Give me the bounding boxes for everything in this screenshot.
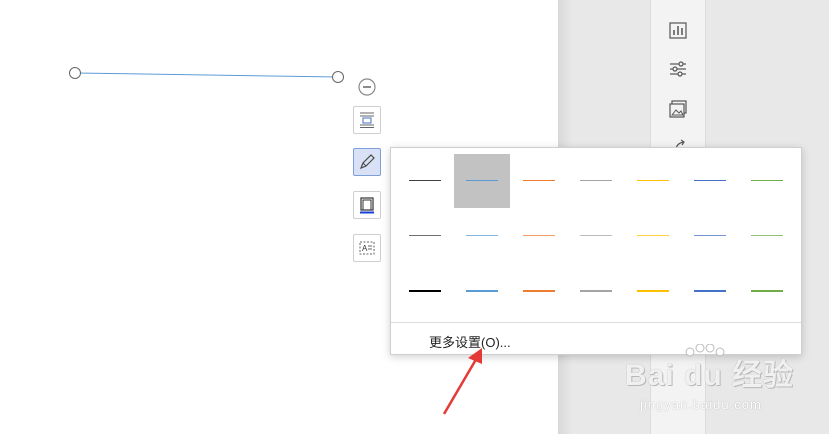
line-style-swatch[interactable] (739, 154, 795, 208)
line-style-preview (751, 180, 783, 181)
text-box-icon: A (359, 241, 375, 255)
text-wrap-icon (360, 112, 374, 128)
line-style-swatch[interactable] (454, 154, 510, 208)
shape-outline-button[interactable] (353, 148, 381, 176)
line-shape[interactable] (74, 72, 339, 78)
line-style-preview (637, 235, 669, 236)
line-style-preview (523, 290, 555, 292)
line-style-grid (397, 154, 797, 318)
line-style-swatch[interactable] (625, 264, 681, 318)
line-style-popup: 更多设置(O)... (390, 147, 802, 355)
watermark-brand: Bai du 经验 (625, 359, 795, 392)
line-style-swatch[interactable] (511, 154, 567, 208)
red-arrow-annotation (442, 348, 482, 415)
line-style-preview (637, 180, 669, 181)
line-style-preview (409, 290, 441, 292)
line-start-handle[interactable] (69, 67, 81, 79)
line-style-swatch[interactable] (682, 209, 738, 263)
layout-options-button[interactable] (353, 106, 381, 134)
line-style-swatch[interactable] (625, 209, 681, 263)
line-style-preview (409, 180, 441, 181)
line-style-preview (466, 180, 498, 181)
line-style-preview (694, 290, 726, 292)
line-style-preview (637, 290, 669, 292)
popup-divider (391, 322, 801, 323)
line-style-preview (523, 235, 555, 236)
line-style-swatch[interactable] (682, 264, 738, 318)
line-style-swatch[interactable] (454, 264, 510, 318)
line-style-preview (580, 180, 612, 181)
line-end-handle[interactable] (332, 71, 344, 83)
line-style-swatch[interactable] (682, 154, 738, 208)
line-style-swatch[interactable] (397, 154, 453, 208)
line-style-swatch[interactable] (397, 264, 453, 318)
sliders-icon[interactable] (668, 59, 688, 79)
line-style-preview (409, 235, 441, 236)
line-style-preview (751, 290, 783, 292)
line-style-preview (466, 235, 498, 236)
line-style-preview (751, 235, 783, 236)
line-style-preview (466, 290, 498, 292)
line-style-preview (694, 235, 726, 236)
line-style-preview (580, 290, 612, 292)
line-style-swatch[interactable] (625, 154, 681, 208)
collapse-toolbar-button[interactable] (357, 77, 377, 97)
line-style-swatch[interactable] (397, 209, 453, 263)
svg-text:A: A (362, 244, 368, 253)
line-style-preview (580, 235, 612, 236)
line-style-preview (523, 180, 555, 181)
line-style-swatch[interactable] (739, 264, 795, 318)
line-style-swatch[interactable] (739, 209, 795, 263)
watermark-url: jingyan.baidu.com (640, 397, 762, 412)
selected-line-shape[interactable] (0, 0, 360, 100)
line-style-swatch[interactable] (568, 264, 624, 318)
image-icon[interactable] (668, 99, 688, 119)
line-style-preview (694, 180, 726, 181)
chart-icon[interactable] (668, 20, 688, 40)
line-style-swatch[interactable] (511, 209, 567, 263)
text-box-button[interactable]: A (353, 234, 381, 262)
line-style-swatch[interactable] (568, 154, 624, 208)
pen-icon (359, 154, 375, 170)
line-style-swatch[interactable] (568, 209, 624, 263)
line-style-swatch[interactable] (511, 264, 567, 318)
shape-fill-button[interactable] (353, 191, 381, 219)
line-style-swatch[interactable] (454, 209, 510, 263)
frame-icon (360, 197, 374, 214)
